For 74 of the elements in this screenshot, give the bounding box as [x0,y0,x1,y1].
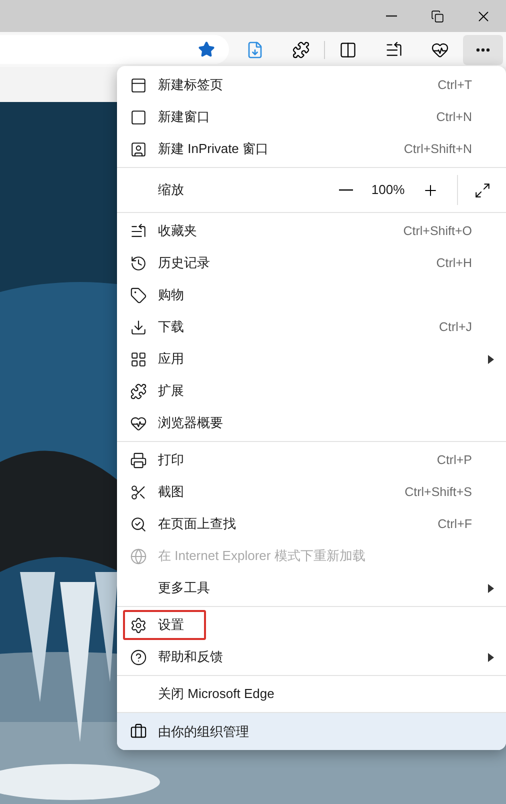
private-window-icon [130,140,147,158]
menu-item-label: 浏览器概要 [158,414,223,432]
find-icon [130,516,147,532]
printer-icon [130,452,147,468]
menu-item-label: 帮助和反馈 [158,648,223,666]
shortcut-text: Ctrl+Shift+N [404,140,472,158]
new-tab-icon [130,76,147,94]
settings-icon [130,616,147,634]
more-icon [476,48,490,52]
document-download-icon[interactable] [246,40,264,58]
split-screen-icon[interactable] [339,40,357,58]
menu-item[interactable]: 历史记录 Ctrl+H [117,247,506,279]
menu-item[interactable]: 打印 Ctrl+P [117,444,506,476]
menu-item[interactable]: 截图 Ctrl+Shift+S [117,476,506,508]
menu-item-label: 打印 [158,451,184,470]
menu-item[interactable]: 收藏夹 Ctrl+Shift+O [117,215,506,247]
puzzle-icon [130,382,147,400]
menu-item[interactable]: 帮助和反馈 [117,641,506,673]
download-icon [130,318,147,336]
heart-pulse-icon [130,414,147,432]
menu-item-label: 新建 InPrivate 窗口 [158,140,269,158]
menu-item-label: 扩展 [158,382,184,400]
shortcut-text: Ctrl+J [439,318,472,336]
menu-item[interactable]: 扩展 [117,375,506,407]
menu-item-label: 应用 [158,350,184,368]
help-icon [130,648,147,666]
favorites-icon[interactable] [385,40,403,58]
menu-item[interactable]: 新建 InPrivate 窗口 Ctrl+Shift+N [117,133,506,165]
menu-item[interactable]: 更多工具 [117,572,506,604]
tag-icon [130,286,147,304]
menu-item-label: 下载 [158,318,184,336]
globe-icon [130,548,147,564]
window-icon [130,108,147,126]
shortcut-text: Ctrl+N [436,108,472,126]
expand-icon [474,182,490,198]
menu-item[interactable]: 设置 [117,609,506,641]
zoom-label: 缩放 [158,181,184,200]
menu-item[interactable]: 应用 [117,343,506,375]
menu-item[interactable]: 新建窗口 Ctrl+N [117,101,506,133]
history-icon [130,254,147,272]
minimize-icon [386,15,396,17]
briefcase-icon [130,723,147,740]
shortcut-text: Ctrl+F [438,516,472,533]
shortcut-text: Ctrl+H [436,254,472,272]
zoom-level: 100% [370,181,406,200]
menu-item-label: 关闭 Microsoft Edge [158,685,274,704]
menu-item-label: 在 Internet Explorer 模式下重新加载 [158,547,366,566]
menu-item[interactable]: 在页面上查找 Ctrl+F [117,508,506,540]
star-icon[interactable] [198,41,215,58]
menu-item-label: 购物 [158,286,184,304]
minus-icon [339,189,353,191]
heart-pulse-icon[interactable] [431,40,449,58]
menu-item-label: 更多工具 [158,579,210,598]
menu-item[interactable]: 下载 Ctrl+J [117,311,506,343]
favorites-icon [130,222,147,240]
menu-item[interactable]: 关闭 Microsoft Edge [117,678,506,710]
menu-item[interactable]: 购物 [117,279,506,311]
shortcut-text: Ctrl+P [436,452,472,469]
puzzle-icon[interactable] [292,40,310,58]
menu-item-label: 新建窗口 [158,108,210,126]
shortcut-text: Ctrl+Shift+S [404,484,472,501]
shortcut-text: Ctrl+T [438,76,472,94]
shortcut-text: Ctrl+Shift+O [403,222,472,240]
menu-item[interactable]: 浏览器概要 [117,407,506,439]
apps-icon [130,350,147,368]
menu-item-label: 截图 [158,483,184,502]
restore-icon [430,10,444,22]
menu-item-label: 设置 [158,616,184,634]
menu-item-label: 历史记录 [158,254,210,272]
managed-label: 由你的组织管理 [158,722,249,741]
menu-item-label: 新建标签页 [158,76,223,94]
menu-item-label: 收藏夹 [158,222,197,240]
menu-item[interactable]: 新建标签页 Ctrl+T [117,69,506,101]
menu-item-label: 在页面上查找 [158,515,236,534]
